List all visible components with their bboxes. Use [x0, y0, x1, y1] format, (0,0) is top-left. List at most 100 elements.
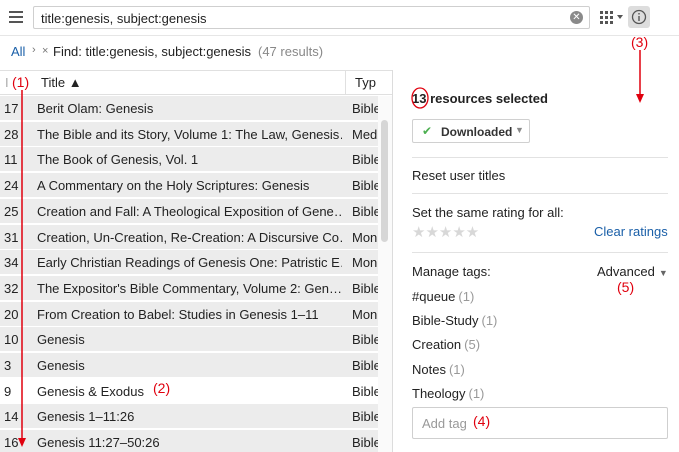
- search-box[interactable]: ✕: [33, 6, 590, 29]
- info-icon[interactable]: [628, 6, 650, 28]
- column-divider[interactable]: [345, 71, 346, 95]
- selected-count: 13: [412, 91, 427, 106]
- table-cell-type: Bible: [352, 178, 378, 194]
- breadcrumb-find: Find: title:genesis, subject:genesis: [53, 44, 251, 59]
- table-cell-number: 31: [4, 229, 19, 245]
- table-row[interactable]: 10 Genesis Bible: [0, 327, 378, 353]
- table-cell-number: 24: [4, 178, 19, 194]
- breadcrumb-chevron-icon: ›: [32, 44, 36, 56]
- table-cell-number: 10: [4, 332, 19, 348]
- breadcrumb: All › × Find: title:genesis, subject:gen…: [0, 36, 679, 70]
- tag-item[interactable]: Theology (1): [412, 386, 484, 401]
- table-row[interactable]: 9 Genesis & Exodus Bible: [0, 378, 378, 404]
- table-cell-title: Berit Olam: Genesis: [37, 101, 154, 116]
- results-table: I Title ▲ Typ 17 Berit Olam: Genesis Bible…: [0, 70, 392, 452]
- table-cell-number: 34: [4, 255, 19, 271]
- table-cell-type: Bible: [352, 203, 378, 219]
- table-row[interactable]: 31 Creation, Un-Creation, Re-Creation: A …: [0, 224, 378, 250]
- rating-label: Set the same rating for all:: [412, 205, 564, 220]
- advanced-label: Advanced: [597, 264, 655, 279]
- table-cell-title: From Creation to Babel: Studies in Genes…: [37, 306, 319, 322]
- table-cell-title: The Expositor's Bible Commentary, Volume…: [37, 280, 342, 296]
- annotation-label-4: (4): [473, 413, 491, 429]
- table-cell-type: Bible: [352, 332, 378, 348]
- divider: [412, 252, 668, 253]
- table-cell-title: Genesis: [37, 332, 85, 348]
- table-row[interactable]: 20 From Creation to Babel: Studies in Gen…: [0, 301, 378, 327]
- advanced-dropdown[interactable]: Advanced ▼: [597, 264, 668, 279]
- manage-tags-label: Manage tags:: [412, 264, 491, 279]
- scrollbar[interactable]: [378, 96, 392, 452]
- column-header-title[interactable]: Title ▲: [41, 75, 82, 90]
- table-cell-title: Creation, Un-Creation, Re-Creation: A Di…: [37, 229, 342, 245]
- table-cell-title: Genesis 1–11:26: [37, 409, 135, 425]
- table-cell-type: Mon: [352, 306, 378, 322]
- table-row[interactable]: 16 Genesis 11:27–50:26 Bible: [0, 430, 378, 452]
- tag-name: Notes: [412, 361, 446, 377]
- list-view-icon[interactable]: [599, 9, 625, 27]
- tag-count: (1): [468, 385, 485, 401]
- table-cell-title: A Commentary on the Holy Scriptures: Gen…: [37, 178, 310, 194]
- add-tag-input[interactable]: [422, 416, 622, 431]
- table-row[interactable]: 17 Berit Olam: Genesis Bible: [0, 96, 378, 121]
- tag-item[interactable]: Notes (1): [412, 362, 465, 377]
- tag-item[interactable]: Bible-Study (1): [412, 313, 497, 328]
- table-row[interactable]: 3 Genesis Bible: [0, 353, 378, 378]
- table-row[interactable]: 34 Early Christian Readings of Genesis On…: [0, 250, 378, 276]
- scrollbar-thumb[interactable]: [381, 120, 388, 242]
- table-cell-title: Creation and Fall: A Theological Exposit…: [37, 203, 342, 219]
- reset-user-titles-button[interactable]: Reset user titles: [412, 168, 505, 183]
- tag-count: (1): [458, 289, 475, 304]
- annotation-label-2: (2): [153, 380, 171, 396]
- table-cell-type: Bible: [352, 409, 378, 425]
- table-row[interactable]: 25 Creation and Fall: A Theological Expos…: [0, 198, 378, 224]
- menu-icon[interactable]: [9, 11, 23, 23]
- table-row[interactable]: 28 The Bible and its Story, Volume 1: The…: [0, 121, 378, 147]
- star-rating[interactable]: ★★★★★: [412, 223, 479, 241]
- table-cell-type: Bible: [352, 101, 378, 116]
- selection-summary: 13 resources selected: [412, 91, 548, 106]
- selected-label: resources selected: [430, 91, 548, 106]
- table-cell-title: Early Christian Readings of Genesis One:…: [37, 255, 342, 271]
- top-toolbar: ✕: [0, 0, 679, 36]
- table-cell-type: Bible: [352, 358, 378, 373]
- result-count: (47 results): [258, 44, 324, 59]
- table-cell-type: Mon: [352, 229, 378, 245]
- tag-name: #queue: [412, 289, 456, 304]
- table-row[interactable]: 14 Genesis 1–11:26 Bible: [0, 404, 378, 430]
- tag-item[interactable]: #queue (1): [412, 289, 474, 304]
- table-cell-number: 3: [4, 358, 12, 373]
- downloaded-dropdown[interactable]: ✔ Downloaded ▼: [412, 119, 530, 143]
- table-cell-number: 14: [4, 409, 19, 425]
- breadcrumb-all-link[interactable]: All: [11, 44, 25, 59]
- table-cell-number: 25: [4, 203, 19, 219]
- tag-count: (1): [448, 361, 465, 377]
- add-tag-box[interactable]: [412, 407, 668, 439]
- table-cell-number: 9: [4, 383, 12, 399]
- remove-filter-icon[interactable]: ×: [42, 45, 48, 57]
- table-cell-type: Bible: [352, 383, 378, 399]
- table-cell-number: 20: [4, 306, 19, 322]
- table-cell-number: 16: [4, 435, 19, 451]
- table-cell-title: Genesis & Exodus: [37, 383, 144, 399]
- table-row[interactable]: 11 The Book of Genesis, Vol. 1 Bible: [0, 147, 378, 173]
- tag-item[interactable]: Creation (5): [412, 337, 480, 352]
- table-cell-type: Bible: [352, 152, 378, 168]
- clear-icon[interactable]: ✕: [570, 11, 583, 24]
- column-header-number[interactable]: I: [5, 75, 9, 90]
- table-row[interactable]: 32 The Expositor's Bible Commentary, Volu…: [0, 275, 378, 301]
- search-input[interactable]: [41, 10, 561, 26]
- clear-ratings-link[interactable]: Clear ratings: [594, 224, 668, 239]
- downloaded-label: Downloaded: [441, 125, 513, 139]
- table-cell-title: Genesis: [37, 358, 85, 373]
- annotation-label-1: (1): [12, 74, 30, 90]
- column-header-type[interactable]: Typ: [355, 75, 376, 90]
- table-cell-type: Med: [352, 126, 378, 142]
- table-cell-number: 17: [4, 101, 19, 116]
- table-cell-number: 28: [4, 126, 19, 142]
- chevron-down-icon: ▼: [658, 268, 668, 278]
- tag-name: Creation: [412, 337, 462, 353]
- tag-count: (1): [481, 313, 498, 329]
- tag-name: Bible-Study: [412, 313, 479, 329]
- table-row[interactable]: 24 A Commentary on the Holy Scriptures: G…: [0, 173, 378, 199]
